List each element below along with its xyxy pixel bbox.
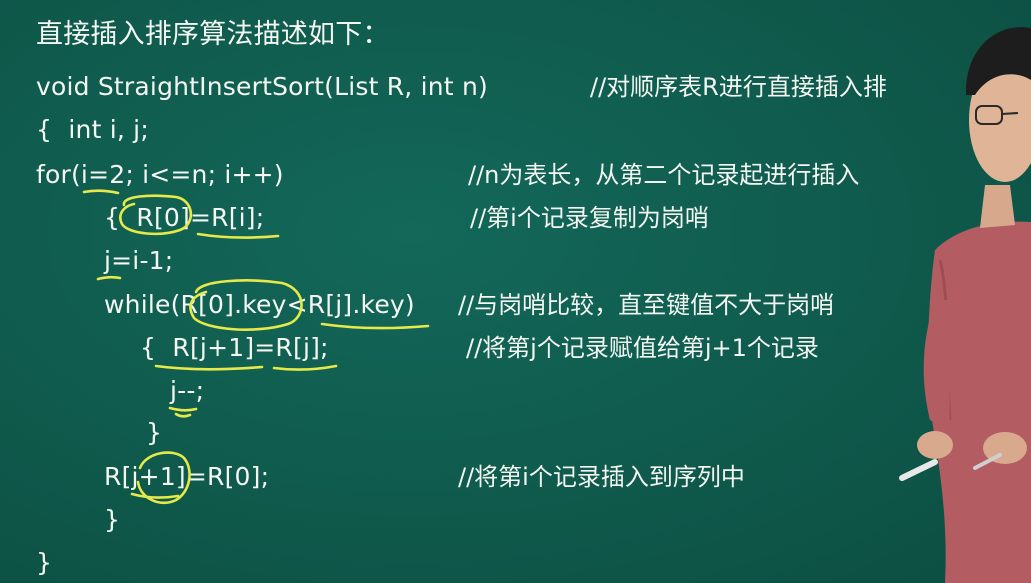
left-hand — [917, 431, 953, 459]
instructor-figure — [899, 27, 1031, 583]
chalk-icon — [899, 459, 938, 481]
